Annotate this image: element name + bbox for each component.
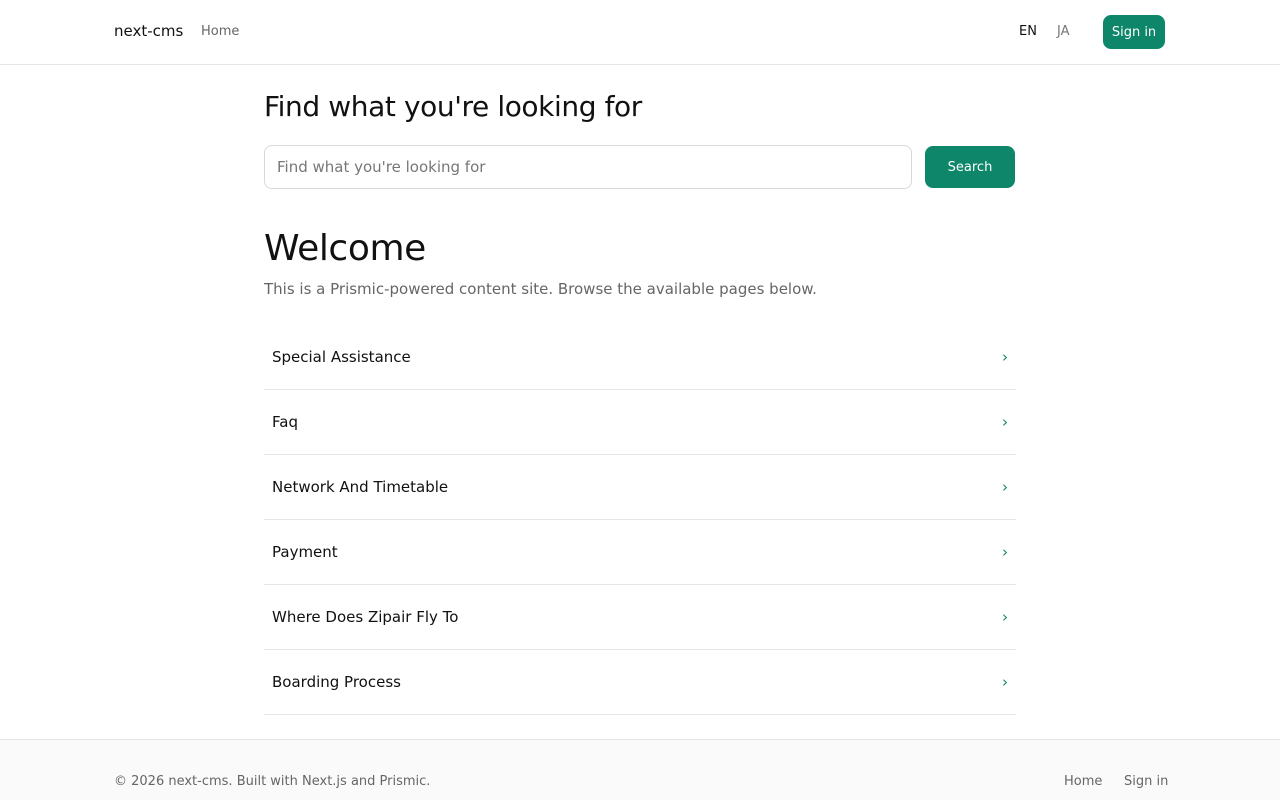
page-item-label: Where Does Zipair Fly To: [272, 608, 459, 626]
chevron-right-icon: ›: [1002, 348, 1008, 366]
page-list: Special Assistance › Faq › Network And T…: [264, 325, 1016, 715]
search-input[interactable]: [264, 145, 912, 189]
language-ja[interactable]: JA: [1057, 24, 1070, 39]
page-item-label: Faq: [272, 413, 298, 431]
language-en[interactable]: EN: [1019, 24, 1037, 39]
page-list-item[interactable]: Special Assistance ›: [264, 325, 1016, 390]
chevron-right-icon: ›: [1002, 608, 1008, 626]
welcome-heading: Welcome: [264, 228, 426, 269]
brand-logo-link[interactable]: next-cms: [114, 22, 183, 40]
site-header: next-cms Home EN JA Sign in: [0, 0, 1280, 65]
chevron-right-icon: ›: [1002, 413, 1008, 431]
nav-home-link[interactable]: Home: [201, 24, 239, 39]
search-heading: Find what you're looking for: [264, 90, 642, 123]
footer-signin-link[interactable]: Sign in: [1124, 774, 1168, 789]
page-item-label: Boarding Process: [272, 673, 401, 691]
search-button[interactable]: Search: [925, 146, 1015, 188]
page-item-label: Network And Timetable: [272, 478, 449, 496]
page-item-label: Special Assistance: [272, 348, 411, 366]
welcome-description: This is a Prismic-powered content site. …: [264, 280, 817, 298]
page-item-label: Payment: [272, 543, 338, 561]
page-list-item[interactable]: Network And Timetable ›: [264, 455, 1016, 520]
site-footer: © 2026 next-cms. Built with Next.js and …: [0, 739, 1280, 800]
page-list-item[interactable]: Boarding Process ›: [264, 650, 1016, 715]
footer-home-link[interactable]: Home: [1064, 774, 1102, 789]
page-list-item[interactable]: Where Does Zipair Fly To ›: [264, 585, 1016, 650]
page-list-item[interactable]: Payment ›: [264, 520, 1016, 585]
signin-button[interactable]: Sign in: [1103, 15, 1165, 49]
chevron-right-icon: ›: [1002, 543, 1008, 561]
page-list-item[interactable]: Faq ›: [264, 390, 1016, 455]
chevron-right-icon: ›: [1002, 673, 1008, 691]
copyright-text: © 2026 next-cms. Built with Next.js and …: [114, 774, 431, 789]
chevron-right-icon: ›: [1002, 478, 1008, 496]
